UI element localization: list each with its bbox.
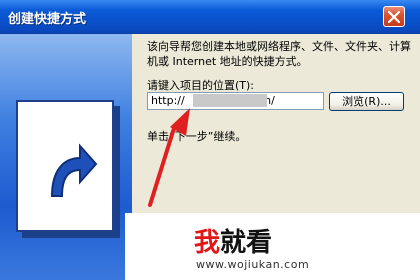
watermark-logo: 我就看 bbox=[194, 228, 273, 258]
watermark-url: www.wojiukan.com bbox=[196, 258, 310, 271]
